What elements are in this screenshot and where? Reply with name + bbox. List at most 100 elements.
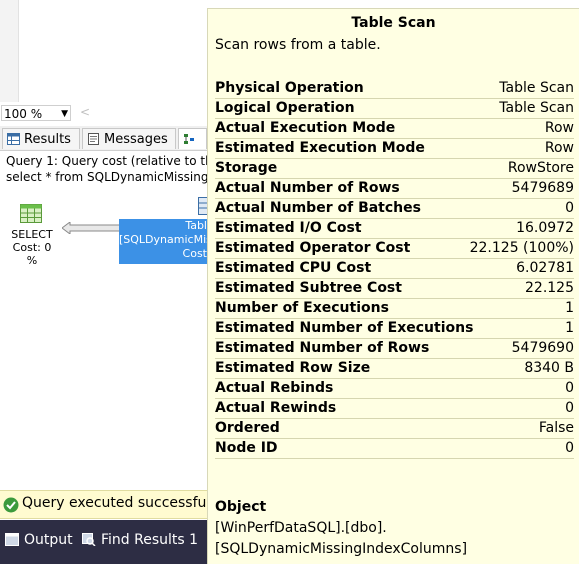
property-row: Actual Number of Rows 5479689 bbox=[215, 179, 574, 199]
tab-output-label: Output bbox=[24, 532, 73, 548]
property-value: 0 bbox=[565, 380, 574, 396]
property-row: Logical Operation Table Scan bbox=[215, 99, 574, 119]
select-cost: Cost: 0 % bbox=[12, 241, 52, 267]
property-name: Estimated Number of Rows bbox=[215, 340, 430, 356]
property-row: Actual Number of Batches 0 bbox=[215, 199, 574, 219]
property-value: Row bbox=[544, 120, 574, 136]
property-value: 22.125 (100%) bbox=[469, 240, 574, 256]
tooltip-title: Table Scan bbox=[351, 15, 436, 31]
property-row: Ordered False bbox=[215, 419, 574, 439]
property-value: 6.02781 bbox=[516, 260, 574, 276]
property-value: 22.125 bbox=[525, 280, 574, 296]
editor-margin bbox=[0, 0, 19, 102]
property-row: Actual Execution Mode Row bbox=[215, 119, 574, 139]
property-value: Table Scan bbox=[499, 80, 574, 96]
tooltip-properties: Physical Operation Table Scan Logical Oper… bbox=[215, 79, 574, 459]
scan-line-2: [SQLDynamicMissi bbox=[119, 233, 207, 246]
object-line-2: [SQLDynamicMissingIndexColumns] bbox=[215, 541, 468, 557]
zoom-dropdown[interactable]: 100 % ▼ bbox=[1, 105, 71, 121]
property-row: Estimated Execution Mode Row bbox=[215, 139, 574, 159]
execution-plan-area[interactable] bbox=[0, 151, 207, 491]
grid-icon bbox=[7, 133, 20, 145]
select-operator-label: SELECT Cost: 0 % bbox=[10, 228, 54, 267]
tab-results-label: Results bbox=[24, 132, 71, 147]
object-line-1: [WinPerfDataSQL].[dbo]. bbox=[215, 520, 387, 536]
property-name: Estimated Operator Cost bbox=[215, 240, 411, 256]
execution-plan-icon bbox=[184, 134, 194, 144]
property-row: Estimated I/O Cost 16.0972 bbox=[215, 219, 574, 239]
property-value: 1 bbox=[565, 320, 574, 336]
property-value: 16.0972 bbox=[516, 220, 574, 236]
data-flow-arrow bbox=[62, 222, 120, 234]
tab-results[interactable]: Results bbox=[2, 128, 80, 149]
property-row: Estimated Row Size 8340 B bbox=[215, 359, 574, 379]
results-tab-strip: Results Messages bbox=[0, 126, 207, 151]
property-value: 5479689 bbox=[511, 180, 574, 196]
property-value: 0 bbox=[565, 440, 574, 456]
property-row: Estimated Number of Executions 1 bbox=[215, 319, 574, 339]
property-value: 0 bbox=[565, 200, 574, 216]
property-row: Estimated Number of Rows 5479690 bbox=[215, 339, 574, 359]
property-name: Estimated Number of Executions bbox=[215, 320, 474, 336]
select-label: SELECT bbox=[11, 228, 53, 241]
property-name: Estimated I/O Cost bbox=[215, 220, 362, 236]
status-message: Query executed successfully bbox=[22, 495, 223, 511]
query-editor[interactable] bbox=[0, 0, 207, 102]
property-row: Node ID 0 bbox=[215, 439, 574, 459]
tab-find-results-label: Find Results 1 bbox=[101, 532, 199, 548]
messages-icon bbox=[88, 133, 99, 145]
zoom-bar: 100 % ▼ < bbox=[0, 102, 207, 124]
property-row: Actual Rewinds 0 bbox=[215, 399, 574, 419]
property-name: Estimated Subtree Cost bbox=[215, 280, 402, 296]
property-value: Table Scan bbox=[499, 100, 574, 116]
property-name: Number of Executions bbox=[215, 300, 389, 316]
operator-tooltip: Table Scan Scan rows from a table. Physi… bbox=[207, 8, 579, 564]
query-sql-line: select * from SQLDynamicMissing bbox=[6, 170, 209, 184]
property-row: Estimated CPU Cost 6.02781 bbox=[215, 259, 574, 279]
property-name: Actual Rewinds bbox=[215, 400, 337, 416]
property-name: Actual Number of Rows bbox=[215, 180, 400, 196]
find-results-icon bbox=[82, 533, 96, 546]
property-row: Estimated Operator Cost 22.125 (100%) bbox=[215, 239, 574, 259]
property-value: False bbox=[538, 420, 574, 436]
property-value: 5479690 bbox=[511, 340, 574, 356]
property-name: Storage bbox=[215, 160, 278, 176]
query-status-bar: Query executed successfully bbox=[0, 490, 222, 519]
output-icon bbox=[5, 533, 19, 546]
property-value: 8340 B bbox=[524, 360, 574, 376]
object-heading: Object bbox=[215, 499, 267, 515]
property-row: Actual Rebinds 0 bbox=[215, 379, 574, 399]
tab-output[interactable]: Output bbox=[5, 532, 73, 548]
property-name: Logical Operation bbox=[215, 100, 355, 116]
query-cost-line: Query 1: Query cost (relative to th bbox=[6, 154, 213, 168]
property-value: Row bbox=[544, 140, 574, 156]
tooltip-description: Scan rows from a table. bbox=[215, 37, 381, 53]
property-name: Node ID bbox=[215, 440, 278, 456]
property-value: 0 bbox=[565, 400, 574, 416]
property-name: Estimated Row Size bbox=[215, 360, 371, 376]
property-name: Estimated Execution Mode bbox=[215, 140, 425, 156]
property-name: Ordered bbox=[215, 420, 280, 436]
scan-line-1: Tabl bbox=[185, 219, 207, 232]
scroll-left-arrow[interactable]: < bbox=[80, 105, 90, 119]
scan-line-3: Cost bbox=[182, 247, 207, 260]
property-name: Actual Execution Mode bbox=[215, 120, 396, 136]
property-name: Actual Rebinds bbox=[215, 380, 334, 396]
tab-find-results[interactable]: Find Results 1 bbox=[82, 532, 198, 548]
chevron-down-icon: ▼ bbox=[61, 109, 68, 119]
property-name: Actual Number of Batches bbox=[215, 200, 421, 216]
tab-execution-plan[interactable] bbox=[178, 128, 207, 149]
check-circle-icon bbox=[3, 497, 19, 513]
property-row: Number of Executions 1 bbox=[215, 299, 574, 319]
property-value: RowStore bbox=[507, 160, 574, 176]
bottom-tool-tabs: Output Find Results 1 bbox=[0, 520, 207, 564]
zoom-value: 100 % bbox=[4, 107, 43, 121]
property-value: 1 bbox=[565, 300, 574, 316]
select-operator-icon[interactable] bbox=[20, 204, 42, 223]
property-row: Physical Operation Table Scan bbox=[215, 79, 574, 99]
property-row: Estimated Subtree Cost 22.125 bbox=[215, 279, 574, 299]
property-name: Estimated CPU Cost bbox=[215, 260, 372, 276]
tab-messages[interactable]: Messages bbox=[82, 128, 176, 149]
tab-messages-label: Messages bbox=[104, 132, 168, 147]
table-scan-operator[interactable]: Tabl [SQLDynamicMissi Cost bbox=[119, 219, 207, 264]
